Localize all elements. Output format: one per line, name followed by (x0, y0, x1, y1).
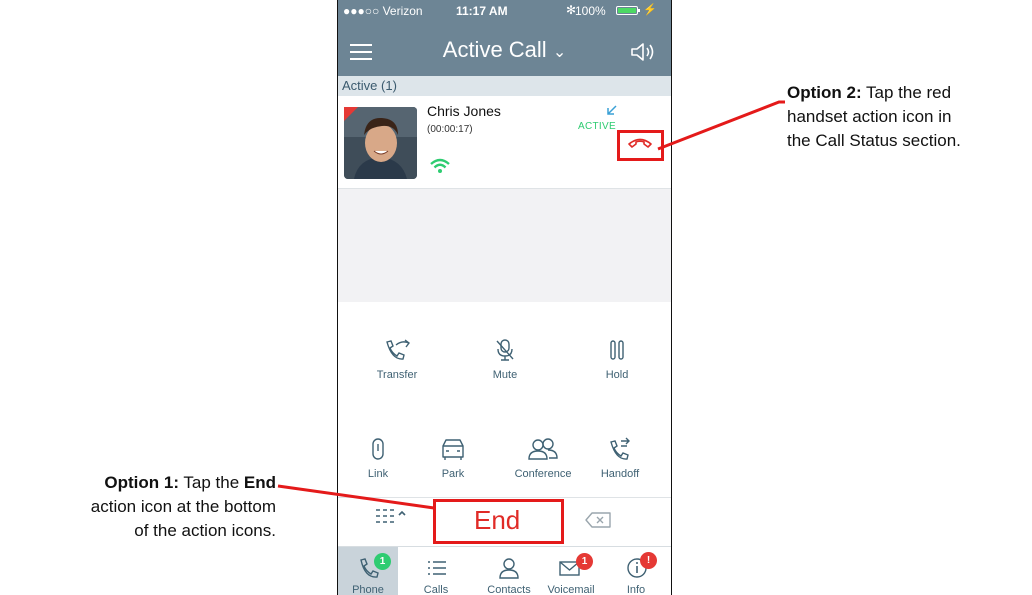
option1-text-c: of the action icons. (134, 521, 276, 540)
tab-contacts-label: Contacts (487, 584, 531, 595)
option1-note: Option 1: Tap the End action icon at the… (0, 471, 276, 543)
handoff-phone-icon (610, 437, 630, 460)
app-header: ●●●○○ Verizon 11:17 AM ✻ 100% ⚡ Active C… (338, 0, 671, 76)
speaker-icon[interactable] (629, 41, 657, 63)
hold-label: Hold (605, 369, 629, 381)
conference-button[interactable]: Conference (504, 437, 582, 480)
divider (338, 497, 671, 498)
conference-label: Conference (514, 468, 572, 480)
charging-icon: ⚡ (643, 4, 657, 16)
tab-calls[interactable]: Calls (406, 547, 466, 595)
incoming-call-icon (607, 105, 617, 115)
tab-contacts[interactable]: Contacts (476, 547, 542, 595)
tab-phone-label: Phone (352, 584, 384, 595)
option2-leader-line (657, 100, 785, 151)
handoff-button[interactable]: Handoff (589, 437, 651, 480)
call-duration: (00:00:17) (427, 124, 473, 135)
hangup-highlight-box (617, 130, 664, 161)
option1-lead: Option 1: (104, 473, 179, 492)
option2-text-c: the Call Status section. (787, 131, 961, 150)
page-title[interactable]: Active Call ⌄ (338, 37, 671, 63)
mute-microphone-icon (496, 339, 514, 361)
active-section-header: Active (1) (338, 76, 671, 96)
end-highlight-box (433, 499, 564, 544)
option1-text-b: action icon at the bottom (90, 497, 276, 516)
option1-bold: End (243, 473, 276, 492)
car-icon (442, 439, 464, 460)
tab-bar: 1 Phone Calls Contacts 1 Voicemail ! Inf… (338, 546, 671, 595)
backspace-icon[interactable] (584, 511, 612, 529)
option2-lead: Option 2: (787, 83, 862, 102)
chevron-down-icon: ⌄ (552, 44, 567, 61)
tab-calls-label: Calls (423, 584, 449, 595)
keypad-icon[interactable] (375, 507, 409, 525)
voicemail-badge: 1 (576, 553, 593, 570)
conference-people-icon (528, 438, 558, 460)
mute-button[interactable]: Mute (475, 338, 535, 381)
list-icon (428, 561, 446, 575)
tab-phone[interactable]: 1 Phone (338, 547, 398, 595)
tab-info-label: Info (626, 584, 646, 595)
clock: 11:17 AM (456, 4, 508, 18)
battery-icon (616, 6, 640, 15)
option2-note: Option 2: Tap the red handset action ico… (787, 81, 1027, 153)
transfer-label: Transfer (376, 369, 418, 381)
park-button[interactable]: Park (423, 437, 483, 480)
option2-text-b: handset action icon in (787, 107, 952, 126)
link-label: Link (367, 468, 389, 480)
tab-voicemail[interactable]: 1 Voicemail (538, 547, 604, 595)
carrier-label: ●●●○○ Verizon (343, 4, 423, 18)
mute-label: Mute (492, 369, 518, 381)
caller-name: Chris Jones (427, 103, 501, 119)
transfer-button[interactable]: Transfer (367, 338, 427, 381)
phone-badge: 1 (374, 553, 391, 570)
link-button[interactable]: Link (348, 437, 408, 480)
handoff-label: Handoff (600, 468, 640, 480)
call-state-label: ACTIVE (578, 121, 616, 132)
info-badge: ! (640, 552, 657, 569)
hold-button[interactable]: Hold (587, 338, 647, 381)
wifi-icon (430, 158, 450, 173)
status-bar: ●●●○○ Verizon 11:17 AM ✻ 100% ⚡ (338, 0, 671, 20)
option1-text-a: Tap the (178, 473, 244, 492)
transfer-icon (386, 339, 410, 360)
link-icon (372, 438, 384, 460)
park-label: Park (441, 468, 465, 480)
contact-person-icon (499, 558, 519, 579)
empty-call-list-area (338, 189, 671, 302)
page-title-text: Active Call (442, 37, 547, 62)
tab-info[interactable]: ! Info (606, 547, 666, 595)
battery-percent: 100% (575, 4, 606, 18)
option2-text-a: Tap the red (861, 83, 952, 102)
pause-icon (610, 340, 624, 360)
status-flag (344, 107, 358, 121)
tab-voicemail-label: Voicemail (547, 584, 595, 595)
